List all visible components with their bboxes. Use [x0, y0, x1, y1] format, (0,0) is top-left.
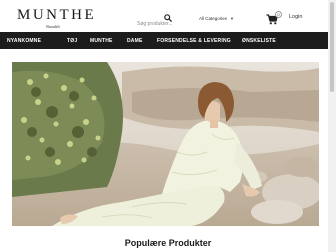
- scrollbar-thumb[interactable]: [330, 2, 334, 92]
- search-input[interactable]: [137, 17, 179, 31]
- hero-photo: [12, 62, 319, 226]
- brand-tagline: Baradeli: [46, 24, 60, 29]
- site-header: MUNTHE Baradeli All Categories ▼ 0 Login: [0, 0, 336, 32]
- brand-logo[interactable]: MUNTHE Baradeli: [17, 7, 97, 30]
- search-button[interactable]: [163, 13, 172, 23]
- page-scrollbar[interactable]: [328, 0, 336, 252]
- nav-item-nyankomne[interactable]: NYANKOMNE: [7, 38, 41, 44]
- nav-item-munthe[interactable]: MUNTHE: [90, 38, 113, 44]
- login-link[interactable]: Login: [289, 14, 302, 20]
- cart-button[interactable]: 0: [266, 11, 282, 26]
- main-navigation: NYANKOMNE TØJ MUNTHE DAME FORSENDELSE & …: [0, 32, 336, 49]
- chevron-down-icon: ▼: [230, 16, 234, 21]
- cart-count-badge: 0: [275, 11, 282, 18]
- nav-item-forsendelse[interactable]: FORSENDELSE & LEVERING: [157, 38, 231, 44]
- category-select-value: All Categories: [199, 16, 228, 21]
- nav-item-toj[interactable]: TØJ: [67, 38, 77, 44]
- brand-name: MUNTHE: [17, 7, 97, 23]
- search-icon: [163, 14, 172, 22]
- nav-item-onskeliste[interactable]: ØNSKELISTE: [242, 38, 276, 44]
- search-box: [137, 12, 179, 31]
- section-title: Populære Produkter: [124, 238, 212, 248]
- category-select[interactable]: All Categories ▼: [199, 14, 245, 23]
- nav-item-dame[interactable]: DAME: [127, 38, 143, 44]
- hero-banner[interactable]: [12, 62, 319, 226]
